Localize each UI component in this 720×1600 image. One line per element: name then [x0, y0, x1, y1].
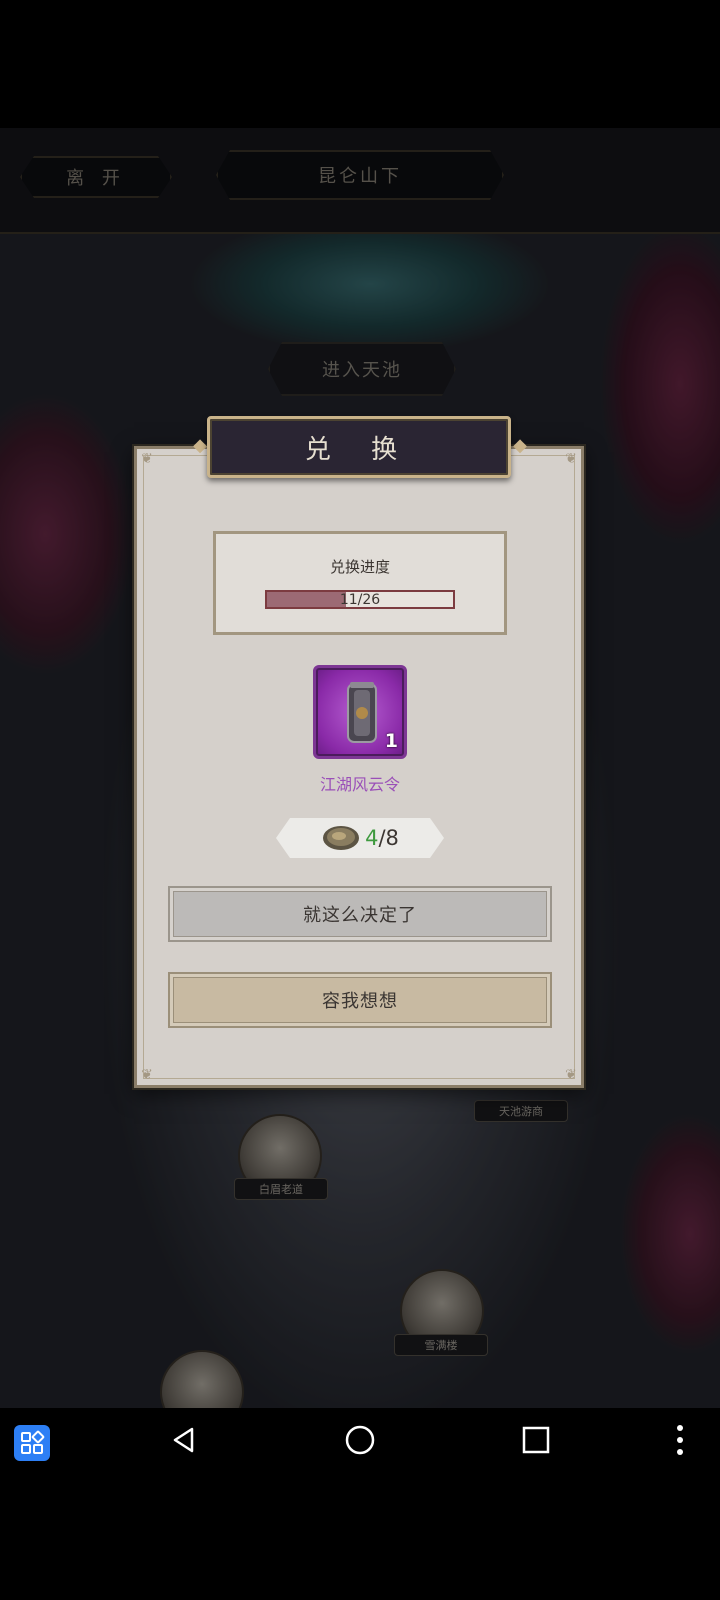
more-icon[interactable] — [676, 1424, 684, 1456]
progress-text: 11/26 — [339, 591, 381, 608]
item-count: 1 — [384, 730, 398, 752]
corner-ornament: ❦ — [141, 451, 153, 467]
home-icon[interactable] — [344, 1424, 376, 1456]
reward-item-slot[interactable]: 1 — [313, 665, 407, 759]
corner-ornament: ❦ — [565, 1067, 577, 1083]
cost-owned: 4 — [365, 826, 379, 850]
confirm-button[interactable]: 就这么决定了 — [168, 886, 552, 942]
progress-title: 兑换进度 — [329, 558, 390, 576]
screen: 离 开 昆仑山下 进入天池 白眉老道 雪满楼 天池游商 ❦ ❦ ❦ ❦ ◆ ◆ … — [0, 0, 720, 1600]
dialog-title: 兑 换 — [207, 416, 511, 478]
corner-ornament: ❦ — [141, 1067, 153, 1083]
apps-icon[interactable] — [14, 1425, 50, 1461]
system-nav-bar — [0, 1408, 720, 1472]
recent-apps-icon[interactable] — [520, 1424, 552, 1456]
cost-separator: / — [378, 826, 386, 850]
cost-display: 4 / 8 — [276, 818, 444, 858]
exchange-progress-panel: 兑换进度 11/26 — [213, 531, 507, 635]
cost-required: 8 — [385, 826, 399, 850]
back-icon[interactable] — [168, 1424, 200, 1456]
title-ornament-right: ◆ — [513, 435, 527, 456]
corner-ornament: ❦ — [565, 451, 577, 467]
item-name: 江湖风云令 — [319, 775, 400, 794]
progress-bar: 11/26 — [265, 590, 455, 609]
cancel-button[interactable]: 容我想想 — [168, 972, 552, 1028]
stone-coin-icon — [321, 823, 361, 853]
token-medallion-icon — [347, 682, 377, 743]
